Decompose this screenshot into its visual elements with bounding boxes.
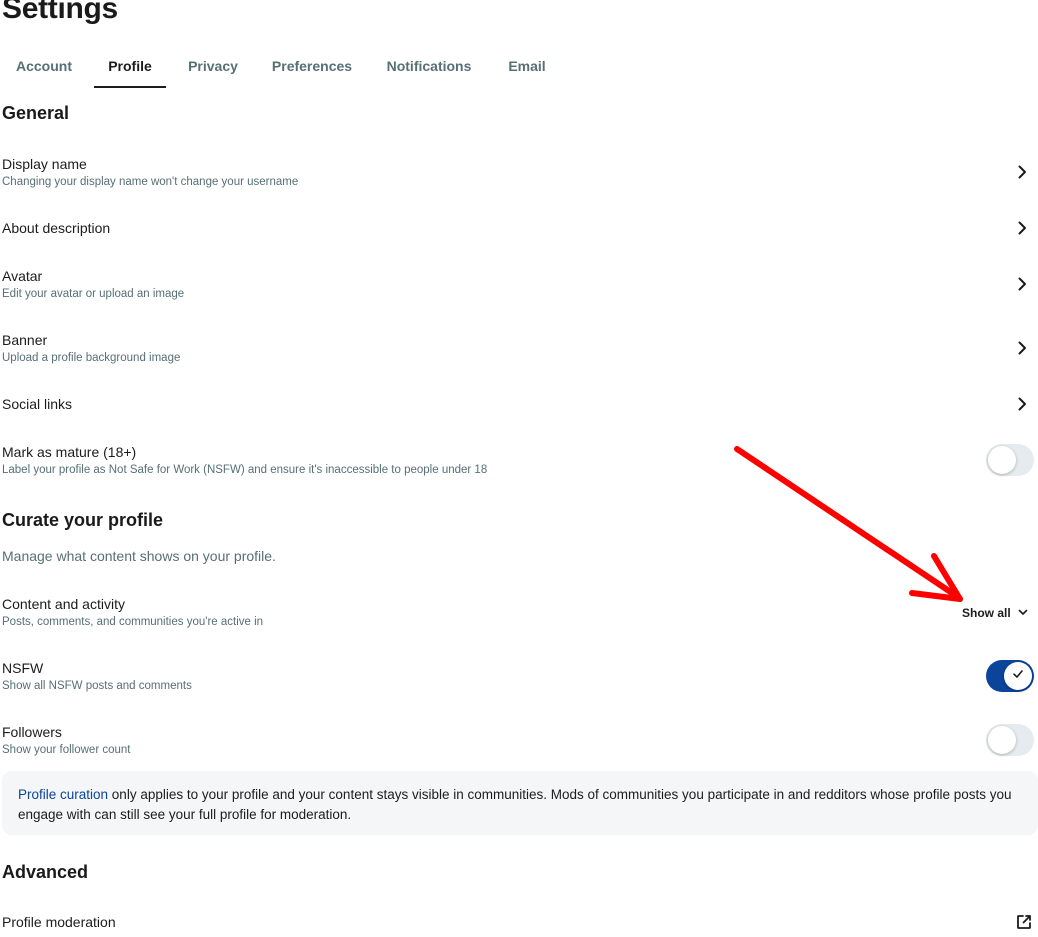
section-title-curate: Curate your profile	[2, 510, 164, 530]
chevron-right-icon	[1014, 276, 1030, 292]
avatar-description: Edit your avatar or upload an image	[2, 288, 185, 300]
content-activity-value: Show all	[962, 606, 1011, 620]
banner-description: Upload a profile background image	[2, 352, 181, 364]
tab-privacy[interactable]: Privacy	[166, 46, 260, 86]
banner-row[interactable]: Banner Upload a profile background image	[0, 326, 1038, 374]
nsfw-description: Show all NSFW posts and comments	[2, 680, 192, 692]
toggle-knob	[1004, 662, 1032, 690]
tab-notifications[interactable]: Notifications	[364, 46, 494, 86]
followers-description: Show your follower count	[2, 744, 131, 756]
profile-moderation-row[interactable]: Profile moderation	[0, 906, 1038, 937]
followers-row: Followers Show your follower count	[0, 718, 1038, 766]
profile-curation-link[interactable]: Profile curation	[18, 787, 108, 802]
display-name-row[interactable]: Display name Changing your display name …	[0, 150, 1038, 198]
nsfw-row: NSFW Show all NSFW posts and comments	[0, 654, 1038, 702]
mark-mature-description: Label your profile as Not Safe for Work …	[2, 464, 488, 476]
curate-description: Manage what content shows on your profil…	[2, 548, 276, 564]
nsfw-label: NSFW	[2, 660, 44, 676]
display-name-label: Display name	[2, 156, 87, 172]
nsfw-toggle[interactable]	[986, 660, 1034, 692]
section-title-advanced: Advanced	[2, 862, 89, 882]
profile-moderation-label: Profile moderation	[2, 914, 116, 930]
settings-tabs: Account Profile Privacy Preferences Noti…	[0, 46, 560, 88]
tab-account[interactable]: Account	[0, 46, 88, 86]
check-icon	[1011, 667, 1025, 686]
content-activity-label: Content and activity	[2, 596, 125, 612]
profile-curation-notice-text: only applies to your profile and your co…	[18, 787, 1012, 822]
chevron-right-icon	[1014, 220, 1030, 236]
tab-profile[interactable]: Profile	[94, 46, 166, 88]
chevron-right-icon	[1014, 164, 1030, 180]
mark-mature-row: Mark as mature (18+) Label your profile …	[0, 438, 1038, 486]
content-activity-row: Content and activity Posts, comments, an…	[0, 590, 1038, 638]
toggle-knob	[988, 446, 1016, 474]
section-title-general: General	[2, 103, 70, 123]
display-name-description: Changing your display name won't change …	[2, 176, 299, 188]
profile-curation-notice: Profile curation only applies to your pr…	[2, 771, 1038, 835]
content-activity-description: Posts, comments, and communities you're …	[2, 616, 264, 628]
social-links-row[interactable]: Social links	[0, 386, 1038, 426]
external-link-icon	[1015, 913, 1031, 929]
tab-preferences[interactable]: Preferences	[260, 46, 364, 86]
avatar-label: Avatar	[2, 268, 43, 284]
chevron-right-icon	[1014, 396, 1030, 412]
tab-email[interactable]: Email	[494, 46, 560, 86]
followers-toggle[interactable]	[986, 724, 1034, 756]
chevron-down-icon	[1017, 606, 1029, 621]
page-title: Settings	[2, 0, 118, 25]
about-description-row[interactable]: About description	[0, 210, 1038, 250]
avatar-row[interactable]: Avatar Edit your avatar or upload an ima…	[0, 262, 1038, 310]
about-description-label: About description	[2, 220, 111, 236]
mark-mature-label: Mark as mature (18+)	[2, 444, 137, 460]
content-activity-dropdown[interactable]: Show all	[962, 603, 1029, 623]
social-links-label: Social links	[2, 396, 73, 412]
followers-label: Followers	[2, 724, 62, 740]
chevron-right-icon	[1014, 340, 1030, 356]
banner-label: Banner	[2, 332, 48, 348]
mark-mature-toggle[interactable]	[986, 444, 1034, 476]
toggle-knob	[988, 726, 1016, 754]
